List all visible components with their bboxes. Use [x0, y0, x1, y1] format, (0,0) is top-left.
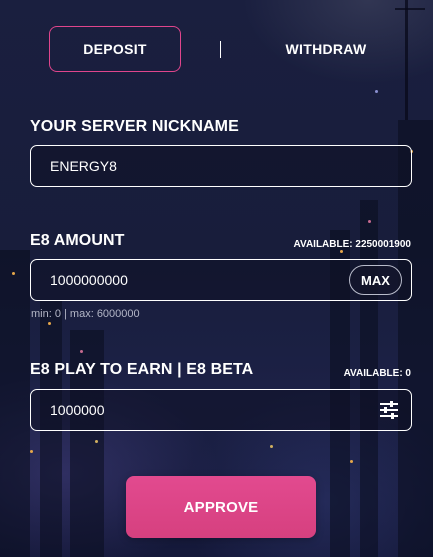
tab-bar: DEPOSIT WITHDRAW — [49, 26, 379, 72]
nickname-input[interactable] — [31, 146, 411, 186]
play-to-earn-field-box — [30, 389, 412, 431]
play-to-earn-available: AVAILABLE: 0 — [343, 368, 411, 379]
amount-available: AVAILABLE: 2250001900 — [293, 239, 411, 250]
nickname-field-box — [30, 145, 412, 187]
tune-icon[interactable] — [378, 399, 400, 421]
amount-label: E8 AMOUNT — [30, 232, 125, 249]
max-button[interactable]: MAX — [349, 265, 402, 295]
tab-withdraw[interactable]: WITHDRAW — [259, 26, 393, 72]
amount-limits-hint: min: 0 | max: 6000000 — [31, 308, 140, 320]
approve-button[interactable]: APPROVE — [126, 476, 316, 538]
tab-divider — [220, 41, 221, 58]
play-to-earn-label: E8 PLAY TO EARN | E8 BETA — [30, 361, 254, 378]
amount-input[interactable] — [31, 260, 349, 300]
play-to-earn-input[interactable] — [31, 390, 378, 430]
nickname-label: YOUR SERVER NICKNAME — [30, 118, 239, 135]
tab-deposit[interactable]: DEPOSIT — [49, 26, 181, 72]
amount-field-box: MAX — [30, 259, 412, 301]
